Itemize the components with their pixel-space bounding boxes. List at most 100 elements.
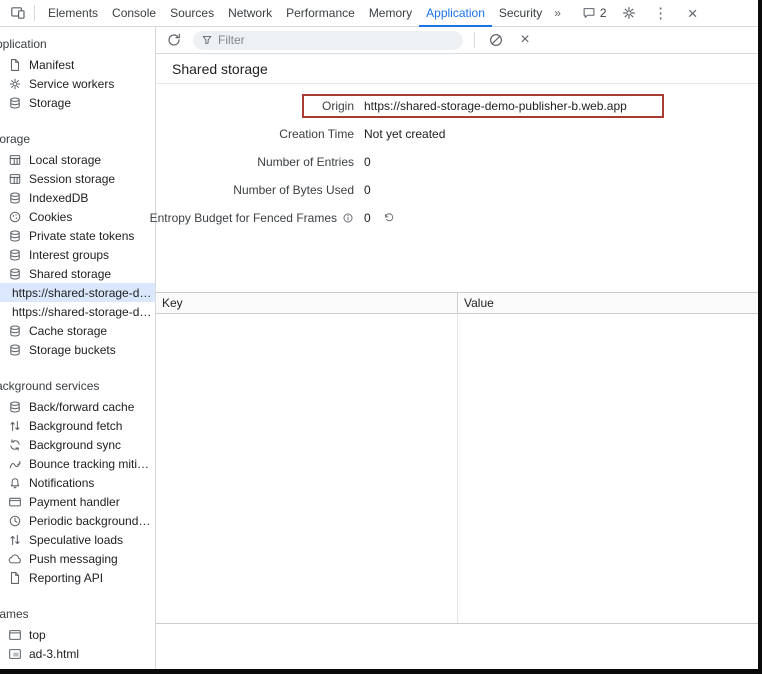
tab-elements[interactable]: Elements: [41, 0, 105, 27]
table-body-empty: [156, 314, 758, 624]
refresh-button[interactable]: [164, 30, 184, 50]
field-row-number-of-bytes: Number of Bytes Used 0: [156, 176, 758, 204]
sidebar-item-manifest[interactable]: Manifest: [0, 55, 155, 74]
field-label: Origin: [156, 99, 354, 113]
database-icon: [8, 248, 22, 262]
section-header-application: Application: [0, 33, 155, 55]
application-panel: Application Manifest Service workers Sto…: [0, 27, 758, 669]
field-label: Creation Time: [156, 127, 354, 141]
database-icon: [8, 324, 22, 338]
sidebar-item-push-messaging[interactable]: Push messaging: [0, 549, 155, 568]
sidebar-item-bounce-tracking-mitigations[interactable]: Bounce tracking mitigations: [0, 454, 155, 473]
sidebar-section-application: Application Manifest Service workers Sto…: [0, 33, 155, 112]
database-icon: [8, 400, 22, 414]
service-workers-icon: [8, 77, 22, 91]
field-label: Entropy Budget for Fenced Frames: [156, 211, 354, 225]
application-sidebar: Application Manifest Service workers Sto…: [0, 27, 156, 669]
bell-icon: [8, 476, 22, 490]
devtools-window: Elements Console Sources Network Perform…: [0, 0, 762, 674]
toolbar-divider: [34, 5, 35, 21]
bounce-arrow-icon: [8, 457, 22, 471]
section-header-frames: Frames: [0, 603, 155, 625]
tab-memory[interactable]: Memory: [362, 0, 419, 27]
storage-icon: [8, 96, 22, 110]
tab-network[interactable]: Network: [221, 0, 279, 27]
funnel-icon: [201, 34, 213, 46]
shared-storage-toolbar: ×: [156, 27, 758, 54]
sidebar-item-back-forward-cache[interactable]: Back/forward cache: [0, 397, 155, 416]
manifest-icon: [8, 58, 22, 72]
settings-button[interactable]: [619, 3, 639, 23]
iframe-icon: [8, 647, 22, 661]
sidebar-item-session-storage[interactable]: Session storage: [0, 169, 155, 188]
sidebar-item-background-fetch[interactable]: Background fetch: [0, 416, 155, 435]
table-icon: [8, 153, 22, 167]
field-label: Number of Entries: [156, 155, 354, 169]
section-header-storage: Storage: [0, 128, 155, 150]
block-icon: [488, 32, 504, 48]
sync-icon: [8, 438, 22, 452]
database-icon: [8, 191, 22, 205]
topbar-actions: 2 ⋮ ×: [582, 3, 703, 23]
more-tabs-button[interactable]: »: [549, 6, 566, 20]
sidebar-item-storage[interactable]: Storage: [0, 93, 155, 112]
gear-icon: [621, 5, 637, 21]
column-header-key[interactable]: Key: [156, 293, 458, 313]
origin-value: https://shared-storage-demo-publisher-b.…: [364, 99, 627, 113]
device-toolbar-icon: [10, 5, 26, 21]
sidebar-item-local-storage[interactable]: Local storage: [0, 150, 155, 169]
shared-storage-items-table: Key Value: [156, 292, 758, 624]
sidebar-item-shared-storage[interactable]: Shared storage: [0, 264, 155, 283]
frame-icon: [8, 628, 22, 642]
tab-sources[interactable]: Sources: [163, 0, 221, 27]
console-messages-badge[interactable]: 2: [582, 6, 607, 20]
sidebar-item-speculative-loads[interactable]: Speculative loads: [0, 530, 155, 549]
sidebar-item-service-workers[interactable]: Service workers: [0, 74, 155, 93]
bytes-used-value: 0: [364, 183, 371, 197]
sidebar-item-shared-storage-origin-1[interactable]: https://shared-storage-d…: [0, 283, 155, 302]
entries-value: 0: [364, 155, 371, 169]
sidebar-item-storage-buckets[interactable]: Storage buckets: [0, 340, 155, 359]
message-count: 2: [600, 6, 607, 20]
info-icon[interactable]: [342, 212, 354, 224]
field-row-number-of-entries: Number of Entries 0: [156, 148, 758, 176]
sidebar-item-frame-top[interactable]: top: [0, 625, 155, 644]
creation-time-value: Not yet created: [364, 127, 445, 141]
shared-storage-metadata: Origin https://shared-storage-demo-publi…: [156, 84, 758, 232]
credit-card-icon: [8, 495, 22, 509]
sidebar-item-private-state-tokens[interactable]: Private state tokens: [0, 226, 155, 245]
clear-events-button[interactable]: [486, 30, 506, 50]
column-header-value[interactable]: Value: [458, 293, 758, 313]
filter-box[interactable]: [193, 31, 463, 50]
clear-filter-button[interactable]: ×: [515, 30, 535, 50]
kebab-menu-button[interactable]: ⋮: [651, 3, 671, 23]
reset-budget-icon[interactable]: [383, 212, 395, 224]
database-icon: [8, 343, 22, 357]
sidebar-item-periodic-background-sync[interactable]: Periodic background sync: [0, 511, 155, 530]
toggle-device-toolbar-button[interactable]: [8, 3, 28, 23]
sidebar-item-background-sync[interactable]: Background sync: [0, 435, 155, 454]
tab-console[interactable]: Console: [105, 0, 163, 27]
sidebar-item-cookies[interactable]: Cookies: [0, 207, 155, 226]
tab-performance[interactable]: Performance: [279, 0, 362, 27]
sidebar-item-notifications[interactable]: Notifications: [0, 473, 155, 492]
tab-application[interactable]: Application: [419, 0, 492, 27]
toolbar-divider: [474, 32, 475, 48]
shared-storage-view: × Shared storage Origin https://shared-s…: [156, 27, 758, 669]
document-icon: [8, 571, 22, 585]
sidebar-item-indexeddb[interactable]: IndexedDB: [0, 188, 155, 207]
close-devtools-button[interactable]: ×: [683, 3, 703, 23]
column-divider: [457, 314, 458, 623]
sidebar-section-frames: Frames top ad-3.html: [0, 603, 155, 663]
filter-input[interactable]: [218, 33, 455, 47]
sidebar-item-interest-groups[interactable]: Interest groups: [0, 245, 155, 264]
sidebar-section-storage: Storage Local storage Session storage In…: [0, 128, 155, 359]
sidebar-item-shared-storage-origin-2[interactable]: https://shared-storage-d…: [0, 302, 155, 321]
sidebar-item-reporting-api[interactable]: Reporting API: [0, 568, 155, 587]
field-row-creation-time: Creation Time Not yet created: [156, 120, 758, 148]
sidebar-item-frame-ad-3[interactable]: ad-3.html: [0, 644, 155, 663]
refresh-icon: [166, 32, 182, 48]
sidebar-item-cache-storage[interactable]: Cache storage: [0, 321, 155, 340]
sidebar-item-payment-handler[interactable]: Payment handler: [0, 492, 155, 511]
tab-security[interactable]: Security: [492, 0, 549, 27]
